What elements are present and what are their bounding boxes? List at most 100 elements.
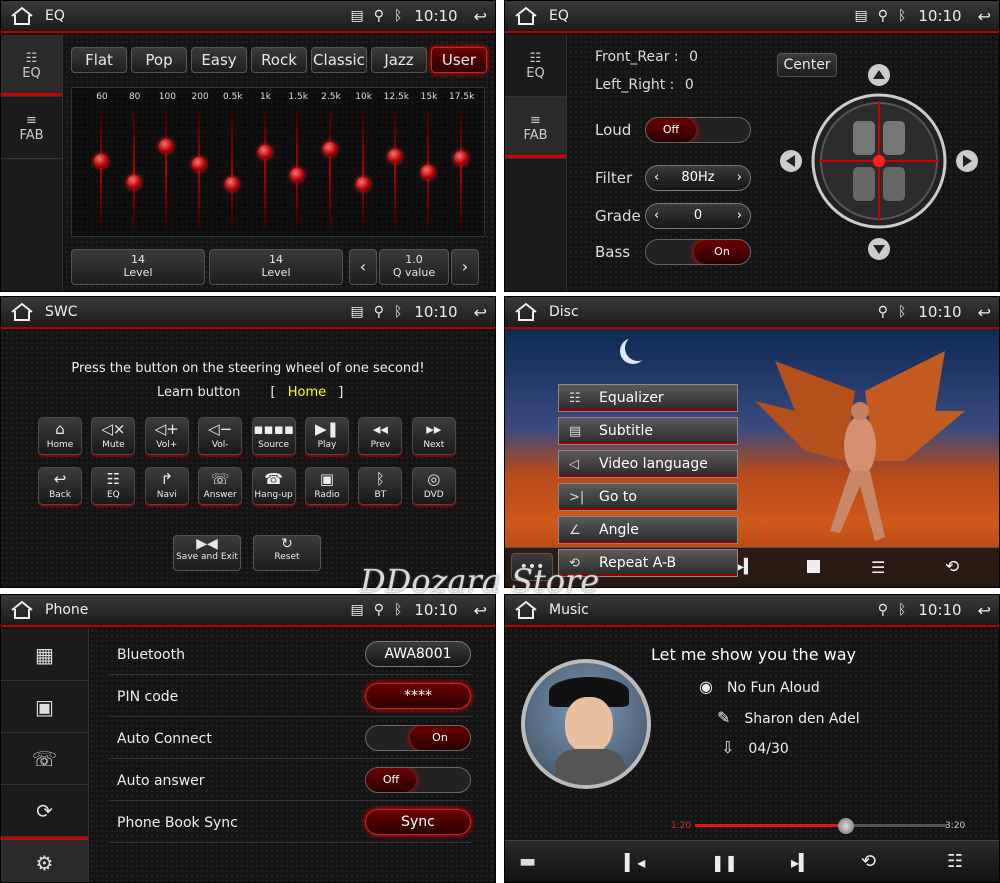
swc-mute-button[interactable]: ◁× Mute: [91, 417, 136, 455]
eq-slider-track[interactable]: [328, 111, 331, 229]
swc-next-button[interactable]: ▸▸ Next: [411, 417, 456, 455]
eq-slider-knob[interactable]: [94, 153, 108, 168]
repeat-icon[interactable]: ⟲: [861, 851, 876, 872]
arrow-down-icon[interactable]: [868, 238, 890, 260]
eq-slider-track[interactable]: [459, 111, 462, 229]
bluetooth-name-button[interactable]: AWA8001: [365, 641, 471, 667]
home-icon[interactable]: [9, 302, 35, 322]
home-icon[interactable]: [513, 6, 539, 26]
eq-slider-knob[interactable]: [453, 151, 468, 166]
playlist-icon[interactable]: ☰: [871, 558, 885, 577]
back-icon[interactable]: ↩: [978, 303, 991, 322]
eq-slider-knob[interactable]: [126, 174, 141, 189]
swc-prev-button[interactable]: ◂◂ Prev: [358, 417, 403, 455]
eq-slider-track[interactable]: [361, 111, 364, 229]
menu-item-equalizer[interactable]: ☷ Equalizer: [558, 384, 738, 412]
q-prev-button[interactable]: ‹: [349, 249, 377, 285]
folder-icon[interactable]: ▬: [519, 851, 536, 872]
progress-knob[interactable]: [838, 818, 855, 834]
save-and-exit-button[interactable]: ▶◀ Save and Exit: [173, 535, 241, 571]
q-next-button[interactable]: ›: [451, 249, 479, 285]
sidebar-item-contacts[interactable]: ▣: [1, 681, 88, 733]
sidebar-item-fab[interactable]: ≡ FAB: [505, 97, 566, 159]
preset-button-easy[interactable]: Easy: [191, 47, 247, 73]
eq-slider-track[interactable]: [100, 111, 102, 229]
swc-eq-button[interactable]: ☷ EQ: [91, 467, 136, 505]
swc-hang-up-button[interactable]: ☎ Hang-up: [251, 467, 296, 505]
reset-button[interactable]: ↻ Reset: [253, 535, 321, 571]
seat-balance-dial[interactable]: [773, 61, 993, 281]
swc-home-button[interactable]: ⌂ Home: [38, 417, 82, 455]
swc-dvd-button[interactable]: ◎ DVD: [411, 467, 456, 505]
preset-button-flat[interactable]: Flat: [71, 47, 127, 73]
sidebar-item-call-log[interactable]: ☏: [1, 733, 88, 785]
bass-toggle[interactable]: On: [645, 239, 751, 265]
eq-slider-track[interactable]: [394, 111, 397, 229]
chevron-right-icon[interactable]: ›: [737, 204, 742, 228]
preset-button-classic[interactable]: Classic: [311, 47, 367, 73]
preset-button-jazz[interactable]: Jazz: [371, 47, 427, 73]
eq-slider-knob[interactable]: [224, 177, 239, 192]
eq-slider-knob[interactable]: [322, 141, 337, 156]
menu-item-video-language[interactable]: ◁ Video language: [558, 450, 738, 478]
loud-toggle[interactable]: Off: [645, 117, 751, 143]
sidebar-item-eq[interactable]: ☷ EQ: [1, 35, 62, 97]
sidebar-item-sync[interactable]: ⟳: [1, 785, 88, 837]
arrow-up-icon[interactable]: [868, 64, 890, 86]
grade-stepper[interactable]: ‹ 0 ›: [645, 203, 751, 229]
eq-slider-track[interactable]: [230, 111, 233, 229]
swc-back-button[interactable]: ↩ Back: [38, 467, 82, 505]
arrow-right-icon[interactable]: [956, 150, 978, 172]
swc-play-button[interactable]: ▶❚ Play: [305, 417, 349, 455]
home-icon[interactable]: [9, 6, 35, 26]
previous-icon[interactable]: ▍◂: [625, 853, 645, 872]
sidebar-item-fab[interactable]: ≡ FAB: [1, 97, 62, 159]
swc-vol--button[interactable]: ◁− Vol-: [198, 417, 243, 455]
swc-navi-button[interactable]: ↱ Navi: [144, 467, 189, 505]
menu-item-repeat-ab[interactable]: ⟲ Repeat A-B: [558, 549, 738, 577]
home-icon[interactable]: [9, 600, 35, 620]
back-icon[interactable]: ↩: [474, 7, 487, 26]
sync-button[interactable]: Sync: [365, 809, 471, 835]
back-icon[interactable]: ↩: [978, 601, 991, 620]
equalizer-icon[interactable]: ☷: [947, 851, 963, 872]
next-icon[interactable]: ▸▍: [791, 853, 811, 872]
sidebar-item-dialpad[interactable]: ▦: [1, 629, 88, 681]
preset-button-user[interactable]: User: [431, 47, 487, 73]
swc-radio-button[interactable]: ▣ Radio: [305, 467, 349, 505]
swc-source-button[interactable]: ▪▪▪▪ Source: [251, 417, 296, 455]
level-box-2[interactable]: 14 Level: [209, 249, 343, 285]
preset-button-pop[interactable]: Pop: [131, 47, 187, 73]
sidebar-item-settings[interactable]: ⚙: [1, 837, 88, 882]
home-icon[interactable]: [513, 302, 539, 322]
menu-item-angle[interactable]: ∠ Angle: [558, 516, 738, 544]
eq-slider-track[interactable]: [263, 111, 266, 229]
pin-code-button[interactable]: ****: [365, 683, 471, 709]
menu-item-subtitle[interactable]: ▤ Subtitle: [558, 417, 738, 445]
eq-slider-knob[interactable]: [257, 145, 272, 160]
next-icon[interactable]: ▸▍: [737, 559, 755, 575]
auto-answer-toggle[interactable]: Off: [365, 767, 471, 793]
sidebar-item-eq[interactable]: ☷ EQ: [505, 35, 566, 97]
eq-slider-knob[interactable]: [290, 167, 305, 182]
eq-slider-track[interactable]: [165, 111, 168, 229]
eq-slider-knob[interactable]: [355, 177, 370, 192]
swc-bt-button[interactable]: ᛒ BT: [358, 467, 403, 505]
menu-button[interactable]: •••: [511, 553, 553, 581]
pause-icon[interactable]: ❚❚: [711, 853, 738, 872]
back-icon[interactable]: ↩: [978, 7, 991, 26]
preset-button-rock[interactable]: Rock: [251, 47, 307, 73]
arrow-left-icon[interactable]: [780, 150, 802, 172]
repeat-icon[interactable]: ⟲: [945, 557, 959, 577]
eq-slider-track[interactable]: [132, 111, 135, 229]
filter-stepper[interactable]: ‹ 80Hz ›: [645, 165, 751, 191]
menu-item-go-to[interactable]: >| Go to: [558, 483, 738, 511]
level-box-1[interactable]: 14 Level: [71, 249, 205, 285]
swc-answer-button[interactable]: ☏ Answer: [198, 467, 243, 505]
swc-vol--button[interactable]: ◁+ Vol+: [144, 417, 189, 455]
stop-icon[interactable]: [807, 560, 820, 573]
back-icon[interactable]: ↩: [474, 601, 487, 620]
chevron-left-icon[interactable]: ‹: [654, 204, 659, 228]
back-icon[interactable]: ↩: [474, 303, 487, 322]
chevron-right-icon[interactable]: ›: [737, 166, 742, 190]
